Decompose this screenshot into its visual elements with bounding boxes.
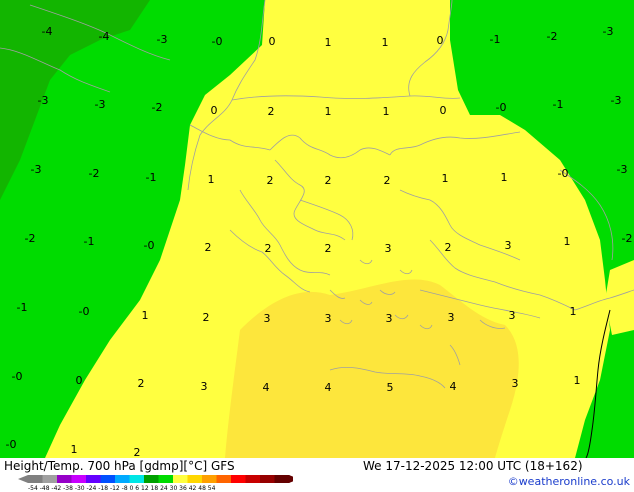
temperature-value: 2 bbox=[203, 311, 210, 324]
temperature-value: -0 bbox=[496, 101, 507, 114]
scale-segment bbox=[245, 475, 261, 483]
scale-segment bbox=[42, 475, 58, 483]
temperature-value: 2 bbox=[205, 241, 212, 254]
scale-segment bbox=[57, 475, 72, 483]
temperature-value: 3 bbox=[264, 312, 271, 325]
credit-link[interactable]: ©weatheronline.co.uk bbox=[508, 475, 630, 488]
temperature-value: -3 bbox=[31, 163, 42, 176]
temperature-value: 2 bbox=[325, 174, 332, 187]
temperature-scale-bar bbox=[18, 475, 293, 483]
scale-segment bbox=[216, 475, 232, 483]
temperature-value: 1 bbox=[71, 443, 78, 456]
temperature-value: 2 bbox=[325, 242, 332, 255]
temperature-value: 2 bbox=[265, 242, 272, 255]
temperature-value: -1 bbox=[84, 235, 95, 248]
temperature-value: 4 bbox=[450, 380, 457, 393]
temperature-value: 1 bbox=[383, 105, 390, 118]
temperature-value: 2 bbox=[134, 446, 141, 458]
temperature-value: 3 bbox=[448, 311, 455, 324]
temperature-value: -3 bbox=[95, 98, 106, 111]
temperature-value: 1 bbox=[208, 173, 215, 186]
scale-segment bbox=[231, 475, 246, 483]
temperature-value: 0 bbox=[440, 104, 447, 117]
temperature-value: -0 bbox=[212, 35, 223, 48]
temperature-value: 2 bbox=[445, 241, 452, 254]
temperature-value: -2 bbox=[25, 232, 36, 245]
temperature-value: -4 bbox=[42, 25, 53, 38]
temperature-value: 3 bbox=[201, 380, 208, 393]
temperature-value: 1 bbox=[574, 374, 581, 387]
temperature-value: -2 bbox=[547, 30, 558, 43]
temperature-value: -3 bbox=[603, 25, 614, 38]
temperature-value: 2 bbox=[267, 174, 274, 187]
temperature-value: -2 bbox=[89, 167, 100, 180]
temperature-value: -3 bbox=[617, 163, 628, 176]
temperature-value: 3 bbox=[385, 242, 392, 255]
temperature-value: 1 bbox=[142, 309, 149, 322]
temperature-value: -1 bbox=[490, 33, 501, 46]
temperature-value: 3 bbox=[325, 312, 332, 325]
temperature-value: -3 bbox=[157, 33, 168, 46]
scale-segment bbox=[71, 475, 87, 483]
temperature-value: -0 bbox=[558, 167, 569, 180]
temperature-value: 1 bbox=[570, 305, 577, 318]
temperature-value: 2 bbox=[384, 174, 391, 187]
temperature-value: 3 bbox=[505, 239, 512, 252]
scale-arrow-right bbox=[289, 475, 293, 483]
scale-segment bbox=[86, 475, 101, 483]
temperature-value: -1 bbox=[17, 301, 28, 314]
temperature-value: 1 bbox=[564, 235, 571, 248]
weather-map: -4 -4 -3 -0 0 1 1 0 -1 -2 -3 -3 -3 -2 0 2 1 1 0 -0 -1 -3 -3 -2 -… bbox=[0, 0, 634, 458]
temperature-value: 4 bbox=[263, 381, 270, 394]
scale-segment bbox=[173, 475, 188, 483]
temperature-value: 3 bbox=[509, 309, 516, 322]
temperature-value: 3 bbox=[512, 377, 519, 390]
temperature-value: -2 bbox=[622, 232, 633, 245]
temperature-value: -3 bbox=[611, 94, 622, 107]
temperature-value: -2 bbox=[152, 101, 163, 114]
scale-segment bbox=[187, 475, 203, 483]
temperature-value: 5 bbox=[387, 381, 394, 394]
map-datetime: We 17-12-2025 12:00 UTC (18+162) bbox=[363, 459, 583, 473]
temperature-value: -1 bbox=[553, 98, 564, 111]
temperature-value: -3 bbox=[38, 94, 49, 107]
temperature-value: -0 bbox=[12, 370, 23, 383]
temperature-value: 1 bbox=[501, 171, 508, 184]
temperature-value: 1 bbox=[382, 36, 389, 49]
temperature-value: -0 bbox=[6, 438, 17, 451]
scale-segment bbox=[115, 475, 130, 483]
scale-segment bbox=[260, 475, 275, 483]
temperature-value: -0 bbox=[144, 239, 155, 252]
temperature-value: 2 bbox=[268, 105, 275, 118]
temperature-value: 2 bbox=[138, 377, 145, 390]
scale-arrow-left bbox=[18, 475, 28, 483]
temperature-value: -0 bbox=[79, 305, 90, 318]
temperature-value: -4 bbox=[99, 30, 110, 43]
temperature-value: 1 bbox=[325, 105, 332, 118]
scale-segment bbox=[28, 475, 43, 483]
temperature-value: -1 bbox=[146, 171, 157, 184]
temperature-value: 0 bbox=[211, 104, 218, 117]
scale-segment bbox=[274, 475, 290, 483]
temperature-value: 4 bbox=[325, 381, 332, 394]
temperature-scale-labels: -54 -48 -42 -38 -30 -24 -18 -12 -8 0 6 1… bbox=[28, 485, 216, 492]
scale-segment bbox=[202, 475, 217, 483]
scale-segment bbox=[144, 475, 159, 483]
scale-segment bbox=[158, 475, 174, 483]
scale-segment bbox=[129, 475, 145, 483]
map-title: Height/Temp. 700 hPa [gdmp][°C] GFS bbox=[4, 459, 235, 473]
temperature-value: 0 bbox=[269, 35, 276, 48]
temperature-value: 1 bbox=[442, 172, 449, 185]
temperature-value: 0 bbox=[76, 374, 83, 387]
map-canvas: -4 -4 -3 -0 0 1 1 0 -1 -2 -3 -3 -3 -2 0 2 1 1 0 -0 -1 -3 -3 -2 -… bbox=[0, 0, 634, 458]
temperature-value: 0 bbox=[437, 34, 444, 47]
map-footer: Height/Temp. 700 hPa [gdmp][°C] GFS We 1… bbox=[0, 458, 634, 492]
temperature-value: 3 bbox=[386, 312, 393, 325]
temperature-value: 1 bbox=[325, 36, 332, 49]
scale-segment bbox=[100, 475, 116, 483]
